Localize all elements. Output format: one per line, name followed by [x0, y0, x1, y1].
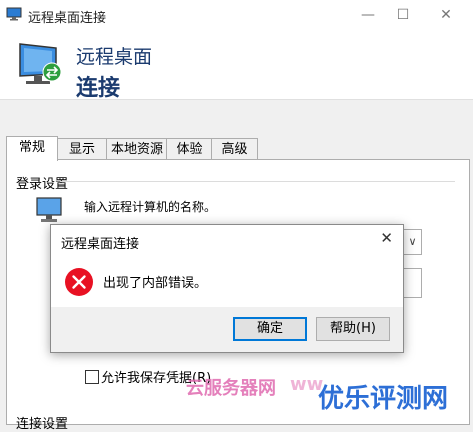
- error-message: 出现了内部错误。: [103, 276, 208, 291]
- banner-title-line1: 远程桌面: [76, 46, 153, 68]
- title-bar: 远程桌面连接 — ☐ ✕: [0, 0, 473, 30]
- dialog-footer: 确定 帮助(H): [51, 307, 403, 352]
- computer-dropdown-arrow[interactable]: ∨: [404, 229, 422, 255]
- tab-local-resources[interactable]: 本地资源: [106, 138, 168, 160]
- error-dialog: 远程桌面连接 ✕ 出现了内部错误。 确定 帮助(H): [50, 224, 404, 353]
- logon-settings-divider: [60, 181, 455, 182]
- close-button[interactable]: ✕: [434, 4, 458, 26]
- help-button[interactable]: 帮助(H): [316, 317, 390, 341]
- username-field[interactable]: [404, 268, 422, 298]
- ok-button[interactable]: 确定: [233, 317, 307, 341]
- logon-settings-label: 登录设置: [16, 177, 69, 192]
- computer-name-instruction: 输入远程计算机的名称。: [84, 200, 217, 214]
- tab-advanced[interactable]: 高级: [211, 138, 258, 160]
- minimize-button[interactable]: —: [356, 4, 380, 26]
- computer-icon: [36, 197, 62, 222]
- dialog-title: 远程桌面连接: [61, 237, 140, 252]
- window-title: 远程桌面连接: [28, 11, 107, 26]
- error-icon: [65, 268, 93, 296]
- remote-desktop-monitor-icon: [19, 43, 62, 84]
- save-credentials-checkbox[interactable]: [85, 370, 99, 384]
- dialog-close-button[interactable]: ✕: [380, 229, 393, 247]
- banner-title-line2: 连接: [76, 76, 121, 101]
- remote-desktop-app-icon: [6, 7, 22, 21]
- tab-experience[interactable]: 体验: [166, 138, 213, 160]
- tab-general[interactable]: 常规: [6, 136, 58, 161]
- tab-display[interactable]: 显示: [56, 138, 108, 160]
- maximize-button[interactable]: ☐: [391, 4, 415, 26]
- chevron-down-icon: ∨: [408, 235, 417, 248]
- watermark-text-1: 云服务器网: [186, 378, 276, 399]
- watermark-text-3: 优乐评测网: [318, 384, 449, 414]
- banner-divider: [0, 99, 473, 100]
- header-banner: 远程桌面 连接: [0, 30, 473, 101]
